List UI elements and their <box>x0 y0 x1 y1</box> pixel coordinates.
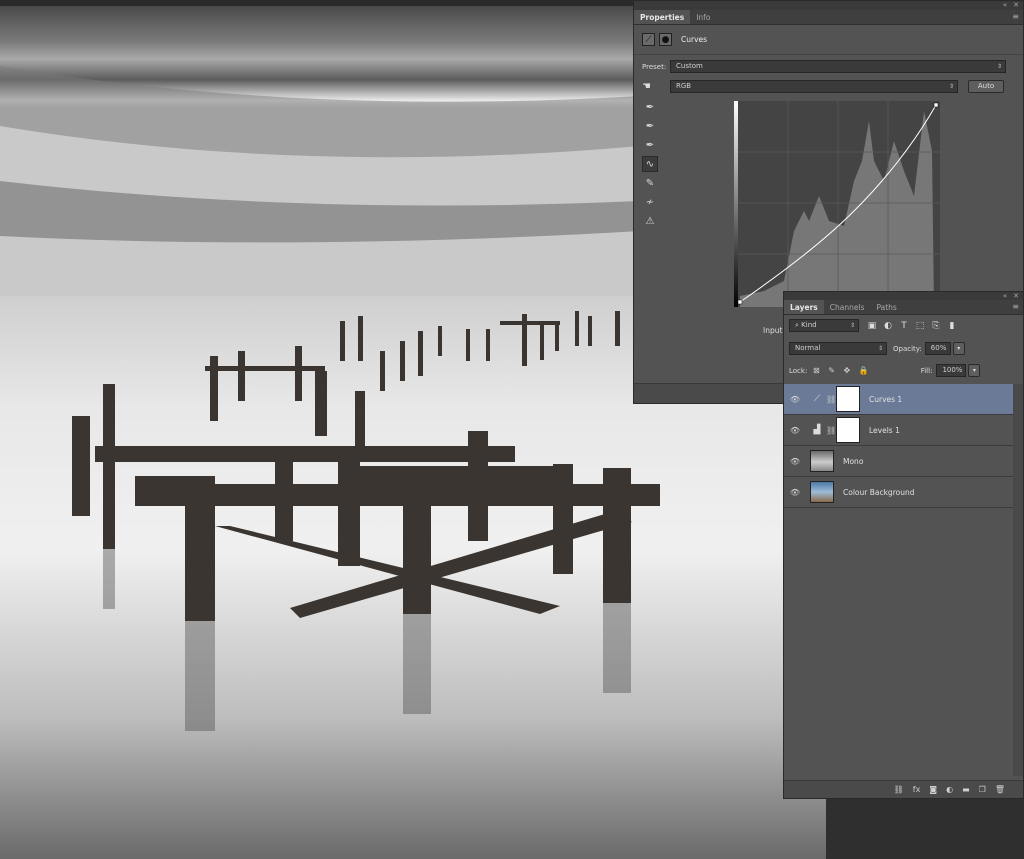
hand-target-icon[interactable]: ☚ <box>642 81 670 92</box>
panel-menu-icon[interactable]: ≡ <box>1012 13 1019 21</box>
lock-pixels-icon[interactable]: ✎ <box>828 366 835 375</box>
properties-tabbar: Properties Info ≡ <box>634 10 1023 25</box>
eyedropper-icon[interactable]: ✒ <box>642 99 658 115</box>
chevron-updown-icon: ⇕ <box>996 63 1002 70</box>
layer-name: Colour Background <box>843 487 915 497</box>
opacity-label: Opacity: <box>893 344 922 353</box>
curves-adjustment-icon: ⟋ <box>813 394 821 404</box>
visibility-eye-icon[interactable]: 👁 <box>784 395 806 404</box>
folder-icon[interactable]: ▬ <box>962 785 970 794</box>
fill-label: Fill: <box>920 366 933 375</box>
properties-header: ⟋ ● Curves <box>634 25 1023 55</box>
opacity-input[interactable]: 60% <box>924 342 951 355</box>
curves-adjustment-icon[interactable]: ⟋ <box>642 33 655 46</box>
layer-mask-thumbnail[interactable] <box>836 417 860 443</box>
preset-select[interactable]: Custom ⇕ <box>670 60 1006 73</box>
curves-tools: ✒ ✒ ✒ ∿ ✎ ≁ ⚠ <box>642 99 658 232</box>
fx-icon[interactable]: fx <box>913 785 921 794</box>
preset-value: Custom <box>676 62 703 70</box>
layer-row-mono[interactable]: 👁 Mono <box>784 446 1014 477</box>
blend-mode-select[interactable]: Normal ⇕ <box>789 342 887 355</box>
layer-row-colour-background[interactable]: 👁 Colour Background <box>784 477 1014 508</box>
layer-row-levels-1[interactable]: 👁 ▟ ⛓ Levels 1 <box>784 415 1014 446</box>
eyedropper-white-icon[interactable]: ✒ <box>642 137 658 153</box>
filter-type-icon[interactable]: T <box>899 321 909 331</box>
lock-label: Lock: <box>789 366 808 375</box>
layer-name: Curves 1 <box>869 394 903 404</box>
chain-link-icon[interactable]: ⛓ <box>826 395 836 404</box>
layer-mask-thumbnail[interactable] <box>836 386 860 412</box>
lock-position-icon[interactable]: ✥ <box>844 366 851 375</box>
filter-pixel-icon[interactable]: ▣ <box>867 321 877 331</box>
preset-label: Preset: <box>642 62 667 71</box>
trash-icon[interactable]: 🗑 <box>995 785 1005 794</box>
tab-channels[interactable]: Channels <box>824 300 871 314</box>
layer-thumbnail[interactable] <box>810 481 834 503</box>
lock-transparent-icon[interactable]: ⊠ <box>813 366 820 375</box>
chain-link-icon[interactable]: ⛓ <box>826 426 836 435</box>
tab-layers[interactable]: Layers <box>784 300 824 314</box>
auto-button[interactable]: Auto <box>968 80 1004 93</box>
levels-adjustment-icon: ▟ <box>813 425 821 435</box>
filter-smart-icon[interactable]: ⎘ <box>931 321 941 331</box>
layer-row-curves-1[interactable]: 👁 ⟋ ⛓ Curves 1 <box>784 384 1014 415</box>
clipping-warning-icon[interactable]: ⚠ <box>642 213 658 229</box>
visibility-eye-icon[interactable]: 👁 <box>784 457 806 466</box>
link-icon[interactable]: ⛓ <box>894 785 904 794</box>
collapse-icon[interactable]: « <box>1003 292 1007 300</box>
opacity-dropdown[interactable]: ▾ <box>952 342 965 355</box>
lock-all-icon[interactable]: 🔒 <box>859 366 869 375</box>
layer-mask-icon[interactable]: ● <box>659 33 672 46</box>
panel-title-strip: « ✕ <box>634 1 1023 10</box>
layers-panel: « ✕ Layers Channels Paths ≡ ⌕ Kind ⇕ ▣ ◐… <box>783 291 1024 799</box>
close-panel-icon[interactable]: ✕ <box>1013 292 1019 300</box>
filter-shape-icon[interactable]: ⬚ <box>915 321 925 331</box>
collapse-icon[interactable]: « <box>1003 2 1007 9</box>
adjustment-title: Curves <box>681 35 708 44</box>
curves-graph[interactable] <box>734 101 940 307</box>
pencil-icon[interactable]: ✎ <box>642 175 658 191</box>
blend-mode-value: Normal <box>795 344 821 352</box>
tab-properties[interactable]: Properties <box>634 10 691 24</box>
fill-input[interactable]: 100% <box>936 364 967 377</box>
channel-select[interactable]: RGB ⇕ <box>670 80 958 93</box>
visibility-eye-icon[interactable]: 👁 <box>784 426 806 435</box>
close-panel-icon[interactable]: ✕ <box>1013 2 1019 9</box>
panel-menu-icon[interactable]: ≡ <box>1012 303 1019 311</box>
curve-point-icon[interactable]: ∿ <box>642 156 658 172</box>
tab-paths[interactable]: Paths <box>870 300 902 314</box>
mask-icon[interactable]: ◙ <box>929 785 937 794</box>
layers-scrollbar[interactable] <box>1013 384 1023 776</box>
filter-value: Kind <box>801 321 817 329</box>
filter-kind-select[interactable]: ⌕ Kind ⇕ <box>789 319 859 332</box>
adjustment-icon[interactable]: ◐ <box>946 785 953 794</box>
chevron-updown-icon: ⇕ <box>948 83 954 90</box>
input-label: Input <box>763 326 783 335</box>
layer-name: Levels 1 <box>869 425 900 435</box>
visibility-eye-icon[interactable]: 👁 <box>784 488 806 497</box>
filter-toggle-icon[interactable]: ▮ <box>947 321 957 331</box>
chevron-updown-icon: ⇕ <box>849 322 855 329</box>
fill-value: 100% <box>942 366 963 374</box>
opacity-value: 60% <box>930 344 947 352</box>
fill-dropdown[interactable]: ▾ <box>968 364 981 377</box>
new-layer-icon[interactable]: ❐ <box>979 785 986 794</box>
filter-adjustment-icon[interactable]: ◐ <box>883 321 893 331</box>
eyedropper-gray-icon[interactable]: ✒ <box>642 118 658 134</box>
empty-canvas-region <box>826 790 1024 859</box>
tab-info[interactable]: Info <box>690 10 716 24</box>
layer-name: Mono <box>843 456 864 466</box>
smooth-icon[interactable]: ≁ <box>642 194 658 210</box>
layers-tabbar: Layers Channels Paths ≡ <box>784 300 1023 315</box>
panel-title-strip: « ✕ <box>784 292 1023 300</box>
chevron-updown-icon: ⇕ <box>877 345 883 352</box>
channel-value: RGB <box>676 82 692 90</box>
layers-footer: ⛓ fx ◙ ◐ ▬ ❐ 🗑 <box>784 780 1023 798</box>
layer-thumbnail[interactable] <box>810 450 834 472</box>
